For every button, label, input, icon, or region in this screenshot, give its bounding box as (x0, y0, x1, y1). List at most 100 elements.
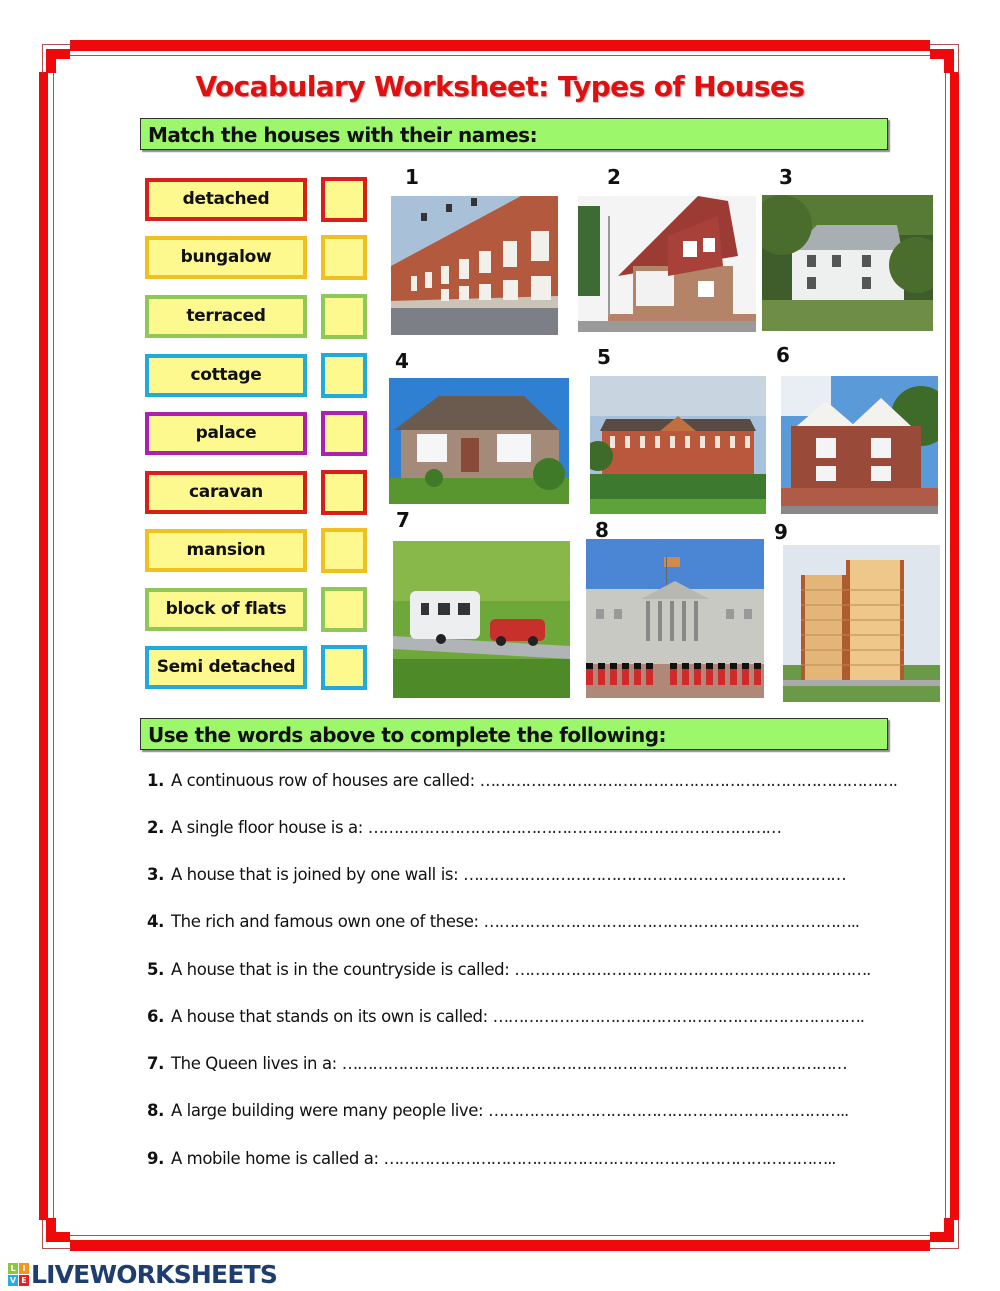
question-text: A house that is joined by one wall is: (170, 865, 459, 884)
logo-letter: L (8, 1262, 18, 1274)
question-number: 3. (147, 865, 164, 884)
palace-photo (586, 539, 764, 698)
answer-blank[interactable]: ……………………………………………………………. (514, 960, 871, 979)
mansion-photo (590, 376, 766, 514)
answer-box[interactable] (321, 528, 367, 573)
answer-input[interactable] (325, 357, 363, 394)
cottage-photo (762, 195, 933, 331)
word-box: cottage (145, 354, 307, 397)
question-text: A large building were many people live: (170, 1101, 484, 1120)
word-box: terraced (145, 295, 307, 338)
answer-box[interactable] (321, 177, 367, 222)
word-box: block of flats (145, 588, 307, 631)
question-item: 5. A house that is in the countryside is … (147, 960, 892, 984)
frame-inner-line-bottom (64, 1235, 936, 1236)
caravan-photo (393, 541, 570, 698)
answer-input[interactable] (325, 181, 363, 218)
question-item: 9. A mobile home is called a: ……………………………… (147, 1149, 892, 1173)
terraced-houses-photo (391, 196, 558, 335)
section-heading-complete: Use the words above to complete the foll… (140, 718, 888, 750)
answer-box[interactable] (321, 587, 367, 632)
frame-border-bottom (70, 1240, 930, 1251)
answer-box[interactable] (321, 294, 367, 339)
answer-blank[interactable]: …………………………………………………………………………….. (384, 1149, 837, 1168)
frame-border-left (39, 72, 48, 1220)
question-number: 8. (147, 1101, 164, 1120)
question-item: 3. A house that is joined by one wall is:… (147, 865, 892, 889)
word-box: bungalow (145, 236, 307, 279)
answer-blank[interactable]: ………………………………………………………………. (493, 1007, 865, 1026)
brand-name: LIVEWORKSHEETS (31, 1259, 278, 1289)
logo-letter: V (8, 1274, 18, 1286)
picture-number: 5 (597, 345, 611, 369)
answer-box[interactable] (321, 353, 367, 398)
answer-input[interactable] (325, 415, 363, 452)
answer-blank[interactable]: ……………………………………………………………………………………… (342, 1054, 848, 1073)
logo-letter: I (19, 1262, 29, 1274)
picture-number: 9 (774, 520, 788, 544)
word-box: detached (145, 178, 307, 221)
question-text: A single floor house is a: (170, 818, 363, 837)
picture-number: 1 (405, 165, 419, 189)
word-box: palace (145, 412, 307, 455)
answer-input[interactable] (325, 649, 363, 686)
picture-number: 7 (396, 508, 410, 532)
answer-input[interactable] (325, 474, 363, 511)
question-number: 7. (147, 1054, 164, 1073)
question-text: The rich and famous own one of these: (170, 912, 479, 931)
answer-input[interactable] (325, 239, 363, 276)
question-item: 7. The Queen lives in a: …………………………………………… (147, 1054, 892, 1078)
question-item: 2. A single floor house is a: ……………………………… (147, 818, 892, 842)
question-text: A house that is in the countryside is ca… (170, 960, 510, 979)
bungalow-photo (389, 378, 569, 504)
liveworksheets-logo-icon: L I V E (8, 1262, 29, 1286)
liveworksheets-brand[interactable]: L I V E LIVEWORKSHEETS (8, 1259, 278, 1289)
frame-border-top (70, 40, 930, 51)
question-number: 6. (147, 1007, 164, 1026)
logo-letter: E (19, 1274, 29, 1286)
picture-number: 4 (395, 349, 409, 373)
frame-inner-line-top (64, 55, 936, 56)
answer-blank[interactable]: ………………………………………………………………………. (480, 771, 898, 790)
question-text: A mobile home is called a: (170, 1149, 379, 1168)
answer-box[interactable] (321, 645, 367, 690)
word-box: caravan (145, 471, 307, 514)
answer-box[interactable] (321, 470, 367, 515)
question-number: 5. (147, 960, 164, 979)
word-box: Semi detached (145, 646, 307, 689)
picture-number: 2 (607, 165, 621, 189)
answer-blank[interactable]: ………………………………………………………………… (463, 865, 847, 884)
frame-inner-line-right (945, 66, 946, 1226)
question-number: 4. (147, 912, 164, 931)
question-text: A continuous row of houses are called: (170, 771, 475, 790)
frame-corner-line (930, 1220, 959, 1249)
frame-corner-line (42, 1220, 71, 1249)
question-item: 8. A large building were many people live… (147, 1101, 892, 1125)
question-item: 6. A house that stands on its own is call… (147, 1007, 892, 1031)
answer-blank[interactable]: …………………………………………………………….. (488, 1101, 849, 1120)
word-box: mansion (145, 529, 307, 572)
answer-input[interactable] (325, 591, 363, 628)
question-number: 2. (147, 818, 164, 837)
question-text: The Queen lives in a: (170, 1054, 337, 1073)
question-text: A house that stands on its own is called… (170, 1007, 488, 1026)
question-number: 9. (147, 1149, 164, 1168)
answer-box[interactable] (321, 411, 367, 456)
answer-blank[interactable]: ……………………………………………………………….. (484, 912, 860, 931)
detached-house-photo (578, 196, 756, 332)
block-of-flats-photo (783, 545, 940, 702)
question-item: 1. A continuous row of houses are called:… (147, 771, 898, 795)
picture-number: 6 (776, 343, 790, 367)
question-item: 4. The rich and famous own one of these: … (147, 912, 892, 936)
answer-input[interactable] (325, 532, 363, 569)
picture-number: 3 (779, 165, 793, 189)
semi-detached-house-photo (781, 376, 938, 514)
question-number: 1. (147, 771, 164, 790)
answer-box[interactable] (321, 235, 367, 280)
section-heading-match: Match the houses with their names: (140, 118, 888, 150)
answer-blank[interactable]: ……………………………………………………………………… (368, 818, 782, 837)
worksheet-title: Vocabulary Worksheet: Types of Houses (195, 70, 806, 103)
answer-input[interactable] (325, 298, 363, 335)
frame-corner-line (930, 44, 959, 73)
frame-corner-line (42, 44, 71, 73)
